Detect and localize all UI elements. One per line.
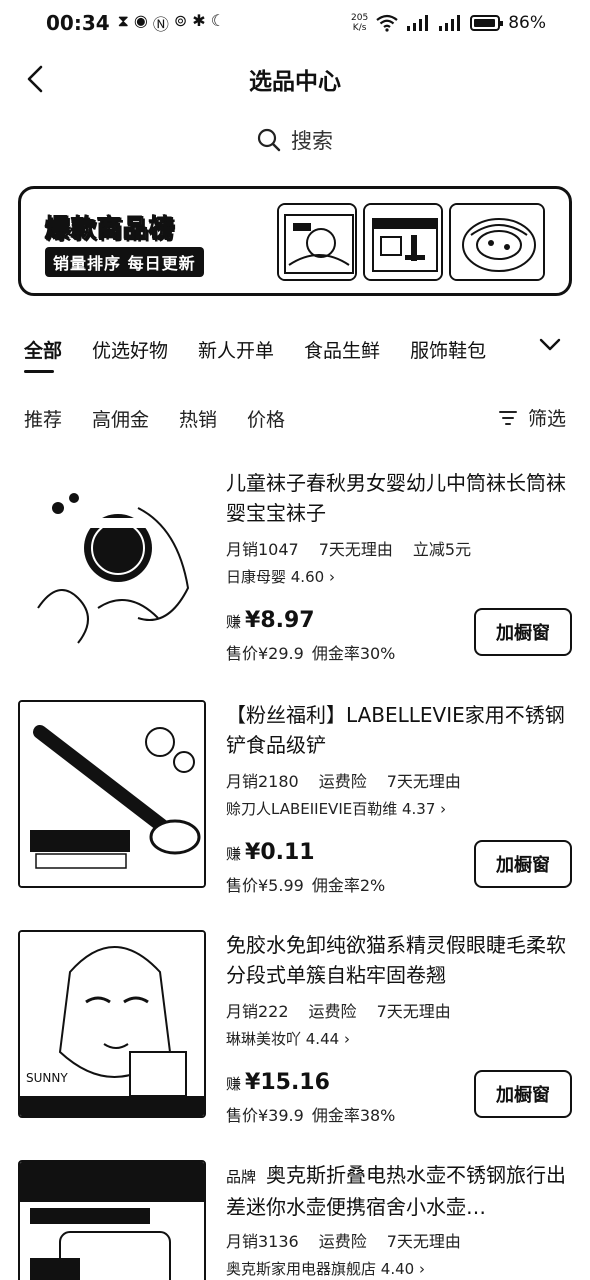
tab-new-user[interactable]: 新人开单 <box>198 330 274 373</box>
network-speed: 205 K/s <box>351 13 369 33</box>
signal-icon-2 <box>439 15 461 31</box>
chevron-right-icon: › <box>418 1260 425 1278</box>
shop-name: 奥克斯家用电器旗舰店 4.40 › <box>226 1260 425 1278</box>
bluetooth-icon: ✱ <box>192 11 206 30</box>
product-title: 免胶水免卸纯欲猫系精灵假眼睫毛柔软分段式单簇自粘牢固卷翘 <box>226 933 566 987</box>
banner-product-image <box>363 203 443 281</box>
add-to-showcase-button[interactable]: 加橱窗 <box>474 1070 572 1118</box>
battery-percent: 86% <box>508 13 546 33</box>
product-title: 品牌 奥克斯折叠电热水壶不锈钢旅行出差迷你水壶便携宿舍小水壶… <box>226 1163 567 1219</box>
tab-all[interactable]: 全部 <box>24 330 62 373</box>
notification-icons: ⧗ ◉ Ⓝ ⊚ ✱ ☾ <box>118 11 225 35</box>
chevron-right-icon: › <box>440 800 447 818</box>
sort-recommended[interactable]: 推荐 <box>24 405 62 432</box>
svg-text:SUNNY: SUNNY <box>26 1071 68 1085</box>
status-time: 00:34 <box>46 11 110 35</box>
tab-selected-goods[interactable]: 优选好物 <box>92 330 168 373</box>
chevron-right-icon: › <box>343 1030 350 1048</box>
chevron-left-icon <box>27 65 43 93</box>
wifi-icon <box>376 14 398 32</box>
back-button[interactable] <box>18 60 52 98</box>
filter-label: 筛选 <box>527 408 566 430</box>
status-bar: 00:34 ⧗ ◉ Ⓝ ⊚ ✱ ☾ 205 K/s 86% <box>0 0 590 46</box>
page-title: 选品中心 <box>249 69 341 95</box>
product-image: SUNNY <box>18 930 206 1118</box>
banner-subtitle: 销量排序 每日更新 <box>45 247 204 277</box>
search-bar[interactable]: 搜索 <box>0 118 590 162</box>
chevron-down-icon[interactable] <box>538 332 562 356</box>
price-info: 售价¥39.9 佣金率38% <box>226 1106 396 1125</box>
sort-bar: 推荐 高佣金 热销 价格 筛选 <box>0 398 590 438</box>
price-info: 售价¥29.9 佣金率30% <box>226 644 396 663</box>
banner-title: 爆款商品榜 <box>44 214 176 244</box>
product-image <box>18 1160 206 1280</box>
filter-icon <box>498 410 517 425</box>
chevron-right-icon: › <box>328 568 335 586</box>
shop-name: 赊刀人LABEIIEVIE百勒维 4.37 › <box>226 800 447 818</box>
shop-name: 日康母婴 4.60 › <box>226 568 335 586</box>
product-title: 儿童袜子春秋男女婴幼儿中筒袜长筒袜婴宝宝袜子 <box>226 471 566 525</box>
nfc-icon: Ⓝ <box>152 15 169 34</box>
product-meta: 月销222 运费险 7天无理由 <box>226 1002 451 1021</box>
add-to-showcase-button[interactable]: 加橱窗 <box>474 608 572 656</box>
shop-name: 琳琳美妆吖 4.44 › <box>226 1030 350 1048</box>
brand-tag: 品牌 <box>226 1168 257 1186</box>
price-info: 售价¥5.99 佣金率2% <box>226 876 386 895</box>
product-card[interactable]: 品牌 奥克斯折叠电热水壶不锈钢旅行出差迷你水壶便携宿舍小水壶… 月销3136 运费… <box>0 1160 590 1280</box>
banner-product-image <box>277 203 357 281</box>
earn-amount: 赚 ¥8.97 <box>226 608 315 633</box>
tab-food[interactable]: 食品生鲜 <box>304 330 380 373</box>
earn-amount: 赚 ¥0.11 <box>226 840 315 865</box>
earn-amount: 赚 ¥15.16 <box>226 1070 330 1095</box>
product-meta: 月销1047 7天无理由 立减5元 <box>226 540 472 559</box>
add-to-showcase-button[interactable]: 加橱窗 <box>474 840 572 888</box>
signal-icon <box>407 15 429 31</box>
tab-apparel[interactable]: 服饰鞋包 <box>410 330 486 373</box>
hourglass-icon: ⧗ <box>117 11 129 30</box>
product-meta: 月销2180 运费险 7天无理由 <box>226 772 461 791</box>
product-card[interactable]: 儿童袜子春秋男女婴幼儿中筒袜长筒袜婴宝宝袜子 月销1047 7天无理由 立减5元… <box>0 468 590 688</box>
product-meta: 月销3136 运费险 7天无理由 <box>226 1232 461 1251</box>
moon-icon: ☾ <box>210 11 226 30</box>
product-card[interactable]: SUNNY 免胶水免卸纯欲猫系精灵假眼睫毛柔软分段式单簇自粘牢固卷翘 月销222… <box>0 930 590 1150</box>
banner-product-image <box>449 203 545 281</box>
search-icon <box>257 128 281 152</box>
filter-button[interactable]: 筛选 <box>498 404 566 431</box>
product-image <box>18 700 206 888</box>
alarm-icon: ⊚ <box>173 11 188 30</box>
page-header: 选品中心 <box>0 50 590 108</box>
app-notification-icon: ◉ <box>133 11 148 30</box>
sort-hot[interactable]: 热销 <box>179 405 217 432</box>
product-title: 【粉丝福利】LABELLEVIE家用不锈钢铲食品级铲 <box>226 703 565 757</box>
hot-products-banner[interactable]: 爆款商品榜 销量排序 每日更新 <box>18 186 572 296</box>
category-tabs: 全部 优选好物 新人开单 食品生鲜 服饰鞋包 <box>0 326 590 376</box>
sort-high-commission[interactable]: 高佣金 <box>92 405 149 432</box>
search-label: 搜索 <box>291 129 333 153</box>
sort-price[interactable]: 价格 <box>247 405 285 432</box>
product-image <box>18 468 206 656</box>
product-card[interactable]: 【粉丝福利】LABELLEVIE家用不锈钢铲食品级铲 月销2180 运费险 7天… <box>0 700 590 920</box>
battery-icon <box>470 15 504 31</box>
